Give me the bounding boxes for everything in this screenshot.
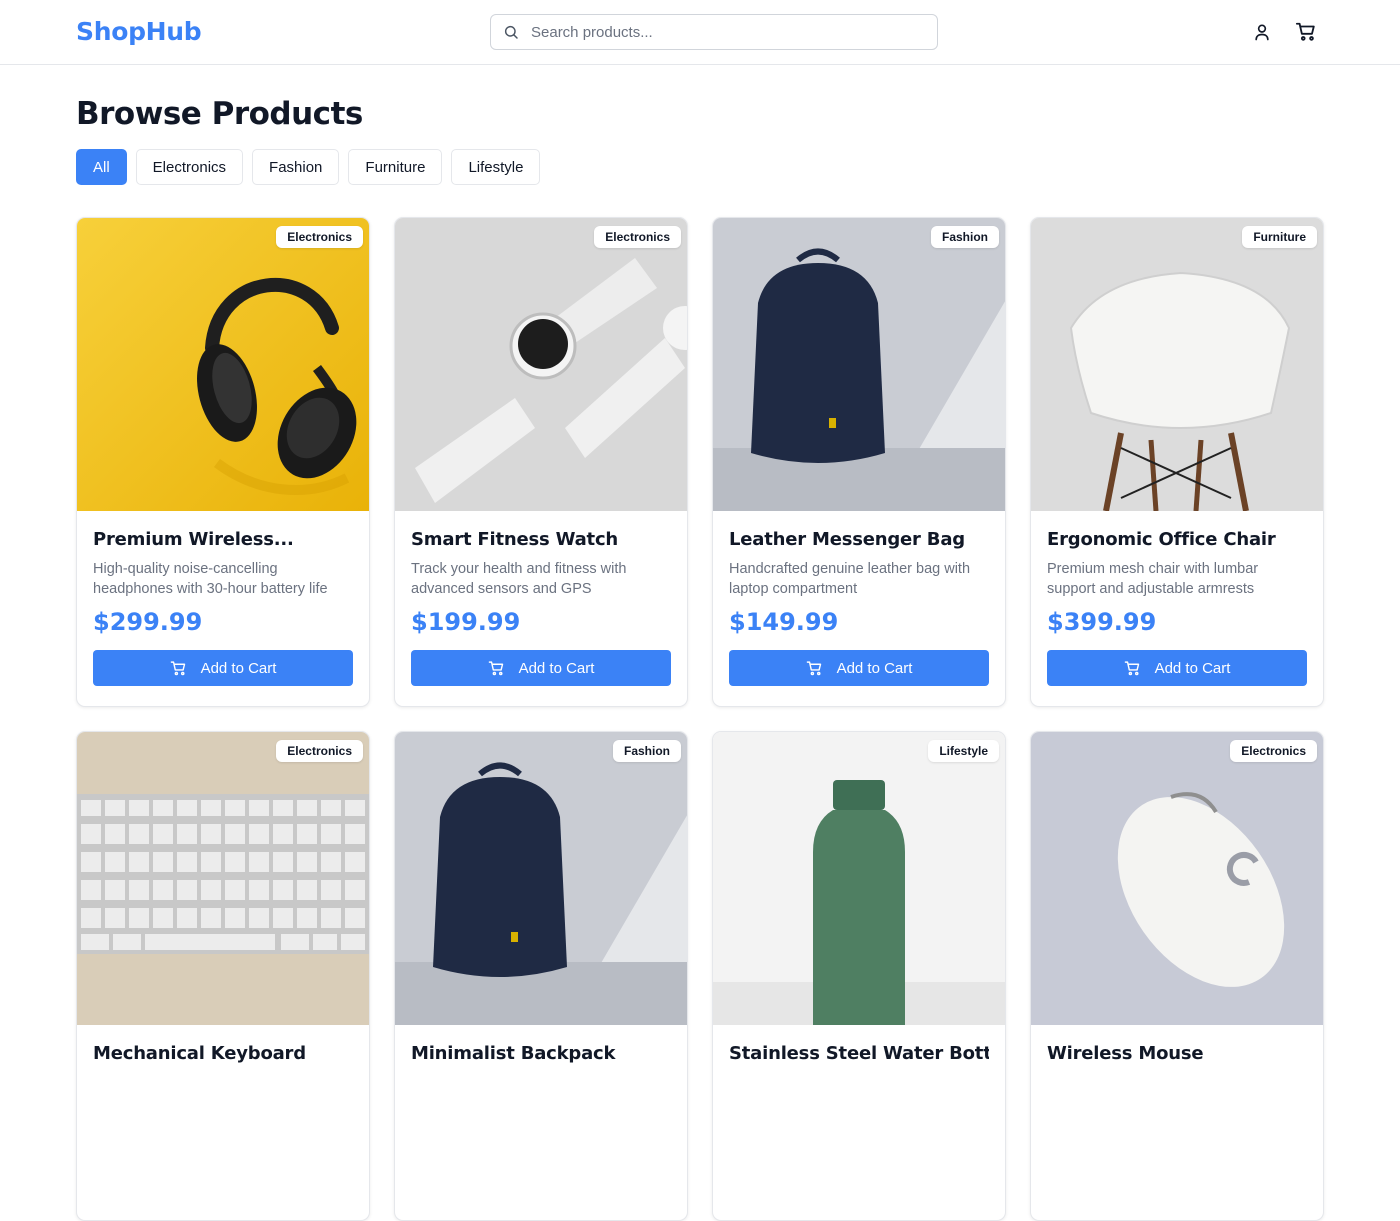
product-card[interactable]: Fashion Minimalist Backpack <box>394 731 688 1221</box>
add-to-cart-label: Add to Cart <box>518 659 595 677</box>
product-price: $399.99 <box>1047 608 1157 636</box>
product-price: $149.99 <box>729 608 839 636</box>
product-price: $299.99 <box>93 608 203 636</box>
product-name[interactable]: Mechanical Keyboard <box>93 1043 353 1064</box>
product-name[interactable]: Leather Messenger Bag <box>729 529 989 550</box>
product-image[interactable]: Electronics <box>77 218 369 511</box>
cart-icon <box>806 660 821 675</box>
product-image[interactable]: Electronics <box>1031 732 1323 1025</box>
product-description: Handcrafted genuine leather bag with lap… <box>729 561 971 597</box>
search-input[interactable] <box>531 23 911 41</box>
product-image[interactable]: Lifestyle <box>713 732 1005 1025</box>
category-badge: Fashion <box>930 226 999 248</box>
product-card[interactable]: Electronics Wireless Mouse <box>1030 731 1324 1221</box>
category-badge: Electronics <box>1230 740 1317 762</box>
product-card[interactable]: Electronics Smart Fitness Watch Track yo… <box>394 217 688 707</box>
product-card[interactable]: Furniture Ergonomic Office Chair Premium… <box>1030 217 1324 707</box>
user-icon[interactable] <box>1250 20 1274 44</box>
product-description: High-quality noise-cancelling headphones… <box>93 561 328 597</box>
search-box[interactable] <box>490 14 938 50</box>
category-badge: Electronics <box>276 740 363 762</box>
product-image[interactable]: Electronics <box>395 218 687 511</box>
product-grid: Electronics Premium Wireless... High-qua… <box>76 217 1324 1221</box>
product-image[interactable]: Electronics <box>77 732 369 1025</box>
product-card[interactable]: Electronics Premium Wireless... High-qua… <box>76 217 370 707</box>
product-description: Track your health and fitness with advan… <box>411 561 627 597</box>
product-image[interactable]: Fashion <box>713 218 1005 511</box>
add-to-cart-button[interactable]: Add to Cart <box>411 650 671 686</box>
add-to-cart-button[interactable]: Add to Cart <box>93 650 353 686</box>
product-name[interactable]: Ergonomic Office Chair <box>1047 529 1307 550</box>
add-to-cart-label: Add to Cart <box>836 659 913 677</box>
product-card[interactable]: Lifestyle Stainless Steel Water Bottle <box>712 731 1006 1221</box>
product-image[interactable]: Fashion <box>395 732 687 1025</box>
product-name[interactable]: Stainless Steel Water Bottle <box>729 1043 989 1064</box>
top-header: ShopHub <box>0 0 1400 65</box>
page-title: Browse Products <box>76 96 363 132</box>
category-filters: All Electronics Fashion Furniture Lifest… <box>76 149 541 185</box>
product-name[interactable]: Premium Wireless... <box>93 529 353 550</box>
product-name[interactable]: Smart Fitness Watch <box>411 529 671 550</box>
cart-icon[interactable] <box>1294 20 1318 44</box>
filter-all[interactable]: All <box>76 149 127 185</box>
category-badge: Electronics <box>594 226 681 248</box>
category-badge: Fashion <box>612 740 681 762</box>
cart-icon <box>170 660 185 675</box>
category-badge: Electronics <box>276 226 363 248</box>
category-badge: Furniture <box>1242 226 1317 248</box>
add-to-cart-label: Add to Cart <box>200 659 277 677</box>
filter-fashion[interactable]: Fashion <box>252 149 340 185</box>
category-badge: Lifestyle <box>928 740 999 762</box>
product-card[interactable]: Fashion Leather Messenger Bag Handcrafte… <box>712 217 1006 707</box>
search-icon <box>504 25 518 39</box>
product-description: Premium mesh chair with lumbar support a… <box>1047 561 1259 597</box>
product-image[interactable]: Furniture <box>1031 218 1323 511</box>
filter-furniture[interactable]: Furniture <box>348 149 443 185</box>
product-name[interactable]: Minimalist Backpack <box>411 1043 671 1064</box>
cart-icon <box>488 660 503 675</box>
cart-icon <box>1124 660 1139 675</box>
logo[interactable]: ShopHub <box>76 17 202 46</box>
filter-electronics[interactable]: Electronics <box>135 149 244 185</box>
product-name[interactable]: Wireless Mouse <box>1047 1043 1307 1064</box>
product-card[interactable]: Electronics Mechanical Keyboard <box>76 731 370 1221</box>
add-to-cart-button[interactable]: Add to Cart <box>1047 650 1307 686</box>
product-price: $199.99 <box>411 608 521 636</box>
add-to-cart-label: Add to Cart <box>1154 659 1231 677</box>
add-to-cart-button[interactable]: Add to Cart <box>729 650 989 686</box>
filter-lifestyle[interactable]: Lifestyle <box>451 149 541 185</box>
